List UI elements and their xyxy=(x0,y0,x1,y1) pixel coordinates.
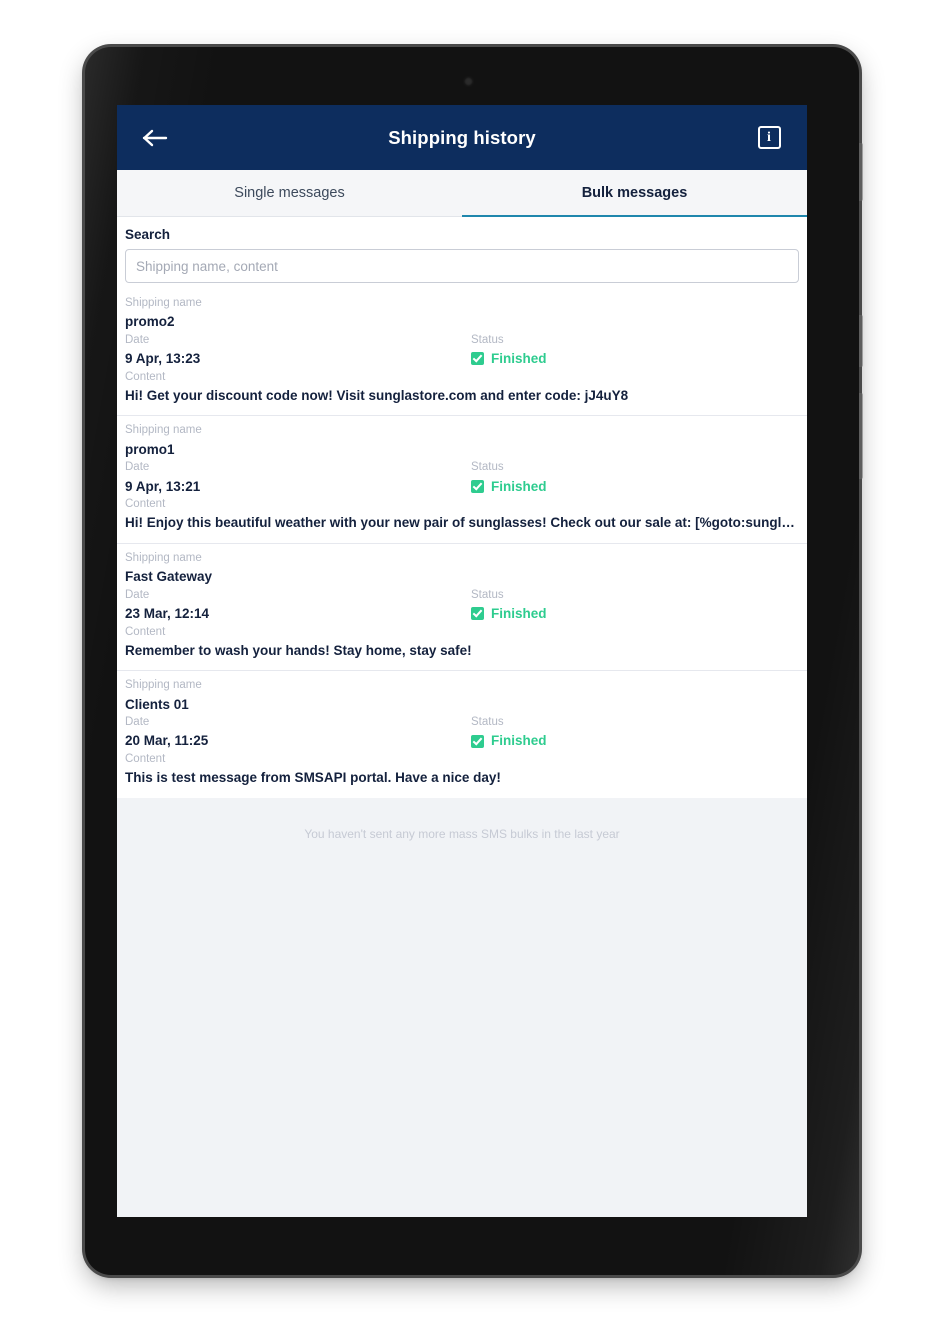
row-date-value: 9 Apr, 13:23 xyxy=(125,351,201,367)
row-shipping-name-label: Shipping name xyxy=(125,679,202,692)
row-date-label: Date xyxy=(125,588,150,601)
table-row[interactable]: Shipping name promo2 Date 9 Apr, 13:23 S… xyxy=(117,289,807,415)
app-header: Shipping history i xyxy=(117,105,807,170)
shipping-history-list: Shipping name promo2 Date 9 Apr, 13:23 S… xyxy=(117,289,807,798)
tab-bulk-messages-label: Bulk messages xyxy=(581,185,688,201)
info-button[interactable]: i xyxy=(747,116,791,160)
row-date-value: 20 Mar, 11:25 xyxy=(125,733,209,749)
row-status-value: Finished xyxy=(491,733,547,749)
row-content-value: This is test message from SMSAPI portal.… xyxy=(125,770,501,786)
row-shipping-name-value: promo2 xyxy=(125,314,175,330)
row-shipping-name-value: promo1 xyxy=(125,441,175,457)
row-status-label: Status xyxy=(471,333,504,346)
row-date-label: Date xyxy=(125,716,150,729)
row-date-value: 23 Mar, 12:14 xyxy=(125,605,210,621)
page-title: Shipping history xyxy=(388,126,536,148)
arrow-left-icon xyxy=(142,129,168,146)
table-row[interactable]: Shipping name promo1 Date 9 Apr, 13:21 S… xyxy=(117,415,807,542)
row-date-label: Date xyxy=(125,333,150,346)
row-status-value: Finished xyxy=(491,478,547,494)
table-row[interactable]: Shipping name Clients 01 Date 20 Mar, 11… xyxy=(117,670,807,797)
tab-bulk-messages[interactable]: Bulk messages xyxy=(462,170,807,217)
row-content-label: Content xyxy=(125,752,166,765)
tab-single-messages-label: Single messages xyxy=(234,185,345,201)
row-shipping-name-label: Shipping name xyxy=(125,551,202,564)
row-shipping-name-value: Clients 01 xyxy=(125,696,189,712)
back-button[interactable] xyxy=(133,116,177,160)
row-content-value: Remember to wash your hands! Stay home, … xyxy=(125,642,472,658)
status-badge: Finished xyxy=(471,477,799,497)
row-content-value: Hi! Get your discount code now! Visit su… xyxy=(125,387,629,403)
search-label: Search xyxy=(125,227,171,242)
table-row[interactable]: Shipping name Fast Gateway Date 23 Mar, … xyxy=(117,542,807,670)
row-status-label: Status xyxy=(471,461,504,474)
front-camera-icon xyxy=(464,77,473,86)
row-shipping-name-label: Shipping name xyxy=(125,424,202,437)
check-icon xyxy=(471,352,484,366)
row-shipping-name-value: Fast Gateway xyxy=(125,569,213,585)
row-date-value: 9 Apr, 13:21 xyxy=(125,478,201,494)
info-icon-glyph: i xyxy=(767,129,771,145)
check-icon xyxy=(471,734,484,748)
device-side-button-power[interactable] xyxy=(859,393,863,479)
row-status-label: Status xyxy=(471,588,504,601)
tablet-screen: Shipping history i Single messages Bulk … xyxy=(117,105,807,1217)
tab-bar: Single messages Bulk messages xyxy=(117,170,807,217)
search-input[interactable] xyxy=(125,249,799,283)
device-side-button-volume-down[interactable] xyxy=(859,315,863,367)
row-content-label: Content xyxy=(125,370,166,383)
row-status-value: Finished xyxy=(491,351,547,367)
row-content-label: Content xyxy=(125,498,166,511)
check-icon xyxy=(471,479,484,493)
status-badge: Finished xyxy=(471,731,799,751)
row-content-value: Hi! Enjoy this beautiful weather with yo… xyxy=(125,515,799,531)
info-icon: i xyxy=(757,126,781,149)
status-badge: Finished xyxy=(471,604,799,624)
search-section: Search xyxy=(117,217,807,289)
empty-state-note: You haven't sent any more mass SMS bulks… xyxy=(304,826,620,841)
tablet-device: Shipping history i Single messages Bulk … xyxy=(85,47,863,1275)
row-shipping-name-label: Shipping name xyxy=(125,297,202,309)
check-icon xyxy=(471,607,484,621)
row-status-value: Finished xyxy=(491,605,547,621)
device-side-button-volume[interactable] xyxy=(859,143,863,201)
status-badge: Finished xyxy=(471,349,799,369)
tab-single-messages[interactable]: Single messages xyxy=(117,170,462,216)
row-status-label: Status xyxy=(471,716,504,729)
row-date-label: Date xyxy=(125,461,150,474)
row-content-label: Content xyxy=(125,625,166,638)
